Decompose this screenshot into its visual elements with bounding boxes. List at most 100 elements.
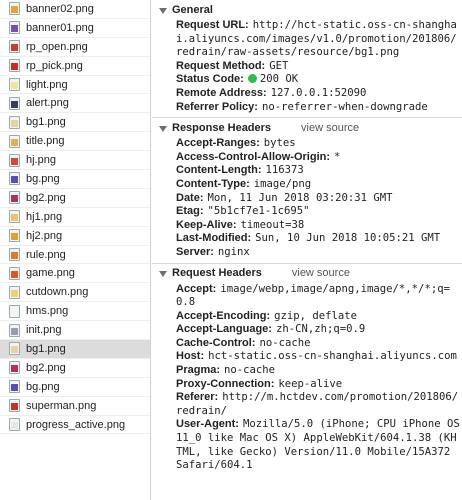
request-file-list: banner02.png banner01.png rp_open.png rp_pi… [0, 0, 151, 500]
header-value: image/png [253, 177, 312, 190]
header-value: nginx [217, 245, 250, 258]
header-name: Cache-Control: [176, 336, 256, 349]
header-value: zh-CN,zh;q=0.9 [275, 323, 366, 336]
header-row: Accept-Language: zh-CN,zh;q=0.9 [152, 323, 462, 337]
image-file-icon [9, 40, 20, 54]
file-list-item[interactable]: banner01.png [0, 19, 150, 38]
file-list-item[interactable]: hms.png [0, 302, 150, 322]
image-file-icon [9, 153, 20, 167]
file-list-item[interactable]: progress_active.png [0, 416, 150, 435]
header-row: User-Agent: Mozilla/5.0 (iPhone; CPU iPho… [152, 418, 462, 472]
file-name: hj1.png [26, 210, 63, 223]
header-value: no-cache [259, 336, 311, 349]
header-value: timeout=38 [240, 218, 305, 231]
file-list-item[interactable]: light.png [0, 76, 150, 95]
request-headers-header[interactable]: Request Headers view source [152, 266, 462, 283]
general-section: General Request URL: http://hct-static.os… [152, 2, 462, 119]
file-list-item[interactable]: bg.png [0, 170, 150, 189]
image-file-icon [9, 21, 20, 35]
triangle-down-icon[interactable] [159, 271, 167, 277]
response-headers-header[interactable]: Response Headers view source [152, 120, 462, 137]
file-name: init.png [26, 324, 62, 337]
file-name: hms.png [26, 305, 69, 318]
file-list-item[interactable]: cutdown.png [0, 283, 150, 303]
image-file-icon [9, 323, 20, 337]
file-name: game.png [26, 267, 75, 280]
header-row: Accept-Encoding: gzip, deflate [152, 310, 462, 324]
image-file-icon [9, 399, 20, 413]
image-file-icon [9, 210, 20, 224]
file-name: bg2.png [26, 361, 66, 374]
header-row: Cache-Control: no-cache [152, 337, 462, 351]
header-name: Content-Type: [176, 177, 250, 190]
file-list-item[interactable]: game.png [0, 264, 150, 284]
image-file-icon [9, 115, 20, 129]
general-rows: Request URL: http://hct-static.oss-cn-sha… [152, 19, 462, 114]
header-value: http://m.hctdev.com/promotion/201806/red… [176, 391, 459, 417]
image-file-icon [9, 59, 20, 73]
file-list-item[interactable]: banner02.png [0, 0, 150, 19]
header-name: Host: [176, 350, 205, 363]
headers-panel: General Request URL: http://hct-static.os… [152, 0, 462, 500]
header-value: "5b1cf7e1-1c695" [207, 205, 310, 218]
header-name: Pragma: [176, 364, 221, 377]
image-file-icon [9, 134, 20, 148]
image-file-icon [9, 285, 20, 299]
request-headers-title: Request Headers [172, 267, 262, 280]
file-list-item[interactable]: bg2.png [0, 359, 150, 378]
file-name: light.png [26, 78, 68, 91]
triangle-down-icon[interactable] [159, 125, 167, 132]
file-list-item[interactable]: init.png [0, 321, 150, 341]
header-row: Proxy-Connection: keep-alive [152, 378, 462, 392]
header-name: Accept-Ranges: [176, 137, 260, 150]
header-row: Etag: "5b1cf7e1-1c695" [152, 205, 462, 219]
file-name: banner01.png [26, 21, 94, 34]
header-name: Server: [176, 245, 214, 258]
file-list-item[interactable]: bg1.png [0, 340, 150, 359]
view-source-link[interactable]: view source [301, 122, 359, 136]
header-value: bytes [263, 137, 296, 150]
general-section-header[interactable]: General [152, 2, 462, 19]
header-value: Sun, 10 Jun 2018 10:05:21 GMT [255, 232, 441, 245]
file-list-item[interactable]: bg2.png [0, 189, 150, 208]
file-list-item[interactable]: hj.png [0, 151, 150, 171]
file-list-item[interactable]: superman.png [0, 397, 150, 416]
header-row: Accept-Ranges: bytes [152, 137, 462, 151]
file-list-item[interactable]: hj1.png [0, 208, 150, 227]
image-file-icon [9, 304, 20, 318]
file-name: bg1.png [26, 342, 66, 355]
file-list-item[interactable]: title.png [0, 132, 150, 152]
image-file-icon [9, 361, 20, 375]
header-row: Last-Modified: Sun, 10 Jun 2018 10:05:21 … [152, 232, 462, 246]
header-row: Content-Length: 116373 [152, 164, 462, 178]
header-name: Accept-Encoding: [176, 309, 271, 322]
header-name: User-Agent: [176, 418, 239, 431]
header-name: Remote Address: [176, 86, 267, 99]
header-row: Request URL: http://hct-static.oss-cn-sha… [152, 19, 462, 60]
file-list-item[interactable]: rule.png [0, 246, 150, 265]
file-list-item[interactable]: rp_pick.png [0, 57, 150, 76]
file-name: superman.png [26, 399, 97, 412]
file-list-item[interactable]: hj2.png [0, 227, 150, 246]
header-name: Proxy-Connection: [176, 377, 275, 390]
triangle-down-icon[interactable] [159, 7, 167, 14]
file-list-item[interactable]: rp_open.png [0, 38, 150, 57]
file-list-item[interactable]: alert.png [0, 94, 150, 114]
file-name: hj.png [26, 154, 56, 167]
header-name: Request Method: [176, 59, 266, 72]
header-row: Server: nginx [152, 246, 462, 260]
image-file-icon [9, 248, 20, 262]
file-list-item[interactable]: bg.png [0, 378, 150, 397]
header-name: Last-Modified: [176, 232, 252, 245]
header-value: * [334, 150, 341, 163]
header-row: Pragma: no-cache [152, 364, 462, 378]
header-value: 116373 [265, 164, 304, 177]
file-list-item[interactable]: bg1.png [0, 113, 150, 133]
view-source-link[interactable]: view source [292, 267, 350, 281]
header-row: Request Method: GET [152, 60, 462, 74]
file-name: bg.png [26, 172, 60, 185]
header-row: Status Code: 200 OK [152, 73, 462, 87]
image-file-icon [9, 418, 20, 432]
header-value: 127.0.0.1:52090 [270, 86, 367, 99]
image-file-icon [9, 172, 20, 186]
